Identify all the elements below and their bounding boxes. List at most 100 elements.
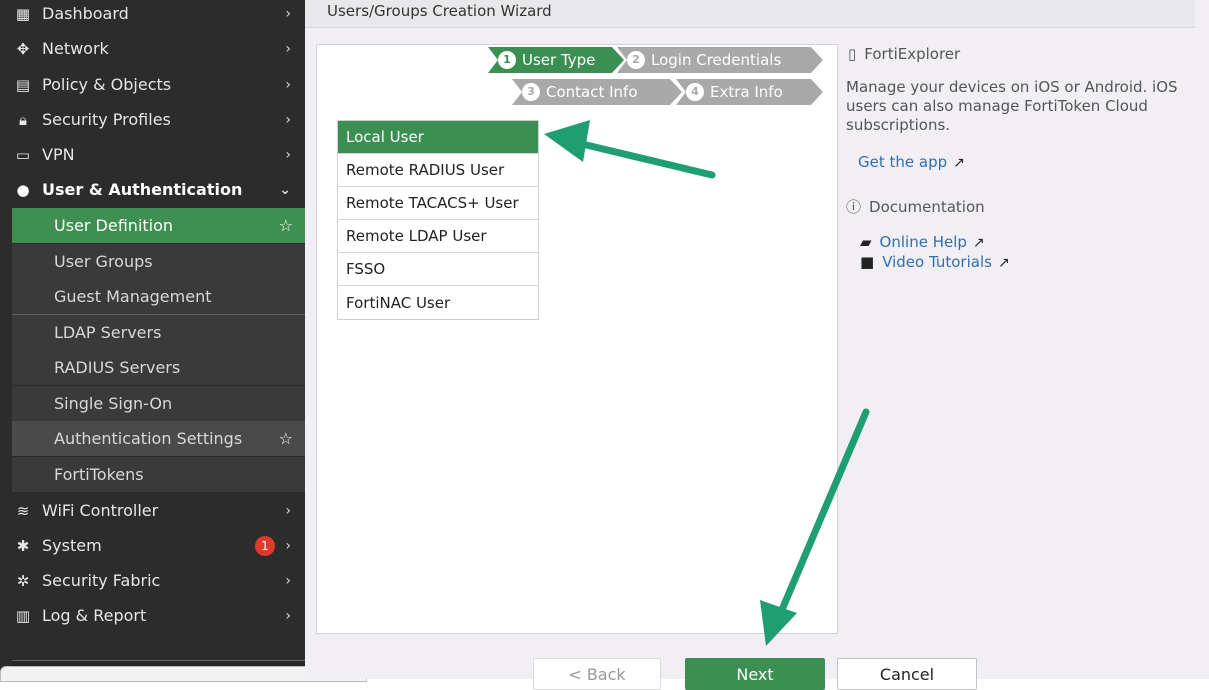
list-item[interactable]: FortiNAC User: [338, 286, 538, 319]
step-login-credentials: 2 Login Credentials: [617, 47, 823, 73]
fortiexplorer-description: Manage your devices on iOS or Android. i…: [846, 78, 1178, 134]
dashboard-icon: ▦: [15, 4, 31, 23]
back-button[interactable]: < Back: [533, 658, 661, 690]
step-user-type: 1 User Type: [488, 47, 624, 73]
notification-badge: 1: [255, 535, 275, 556]
chevron-right-icon: ›: [285, 572, 291, 589]
online-help-label: Online Help: [879, 233, 967, 251]
sidebar-sub-user-groups[interactable]: User Groups: [12, 244, 305, 279]
chevron-right-icon: ›: [285, 502, 291, 519]
user-type-list: Local User Remote RADIUS User Remote TAC…: [337, 120, 539, 320]
sidebar-item-label: Network: [42, 39, 109, 58]
sidebar-item-label: VPN: [42, 145, 75, 164]
external-link-icon: ↗: [997, 255, 1010, 271]
sidebar-item-user-authentication[interactable]: ● User & Authentication ⌄: [12, 172, 305, 207]
chevron-right-icon: ›: [285, 146, 291, 163]
sidebar-item-vpn[interactable]: ▭ VPN ›: [12, 137, 305, 172]
sidebar-sub-label: LDAP Servers: [54, 323, 162, 342]
page-title: Users/Groups Creation Wizard: [327, 2, 552, 20]
star-icon[interactable]: ☆: [279, 216, 293, 235]
step-number: 3: [522, 83, 540, 101]
sidebar: ▦ Dashboard › ✥ Network › ▤ Policy & Obj…: [0, 0, 305, 679]
step-label: User Type: [522, 51, 596, 69]
sidebar-sub-user-definition[interactable]: User Definition ☆: [12, 208, 305, 243]
sidebar-item-wifi-controller[interactable]: ≋ WiFi Controller ›: [12, 493, 305, 528]
wifi-icon: ≋: [16, 501, 30, 520]
sidebar-item-log-report[interactable]: ▥ Log & Report ›: [12, 598, 305, 633]
sidebar-sub-fortitokens[interactable]: FortiTokens: [12, 457, 305, 492]
list-item[interactable]: Local User: [338, 121, 538, 154]
network-icon: ✥: [16, 39, 30, 58]
help-circle-icon: ⓘ: [846, 198, 862, 216]
sidebar-item-security-fabric[interactable]: ✲ Security Fabric ›: [12, 563, 305, 598]
sidebar-item-dashboard[interactable]: ▦ Dashboard ›: [12, 0, 305, 31]
lock-icon: 🔒︎: [19, 110, 27, 129]
sidebar-item-network[interactable]: ✥ Network ›: [12, 31, 305, 66]
chevron-right-icon: ›: [285, 537, 291, 554]
sidebar-item-label: Dashboard: [42, 4, 129, 23]
step-number: 2: [627, 51, 645, 69]
sidebar-item-security-profiles[interactable]: 🔒︎ Security Profiles ›: [12, 102, 305, 137]
sidebar-item-label: Log & Report: [42, 606, 147, 625]
wizard-header: Users/Groups Creation Wizard: [305, 0, 1195, 28]
fortiexplorer-heading: ▯ FortiExplorer: [848, 45, 960, 63]
chevron-right-icon: ›: [285, 111, 291, 128]
step-contact-info: 3 Contact Info: [512, 79, 682, 105]
chevron-down-icon: ⌄: [279, 181, 291, 198]
step-number: 4: [686, 83, 704, 101]
sidebar-item-label: Security Fabric: [42, 571, 161, 590]
sidebar-item-policy-objects[interactable]: ▤ Policy & Objects ›: [12, 67, 305, 102]
book-icon: ▰: [860, 233, 872, 251]
video-tutorials-label: Video Tutorials: [882, 253, 992, 271]
sidebar-sub-label: RADIUS Servers: [54, 358, 181, 377]
chevron-right-icon: ›: [285, 40, 291, 57]
chevron-right-icon: ›: [285, 76, 291, 93]
user-icon: ●: [16, 180, 30, 199]
sidebar-item-label: Policy & Objects: [42, 75, 172, 94]
external-link-icon: ↗: [953, 155, 965, 171]
chevron-right-icon: ›: [285, 607, 291, 624]
fabric-icon: ✲: [16, 571, 30, 590]
sidebar-sub-single-sign-on[interactable]: Single Sign-On: [12, 386, 305, 421]
step-label: Extra Info: [710, 83, 783, 101]
list-item[interactable]: Remote RADIUS User: [338, 154, 538, 187]
sidebar-sub-label: Guest Management: [54, 287, 212, 306]
laptop-icon: ▭: [15, 145, 31, 164]
sidebar-sub-ldap-servers[interactable]: LDAP Servers: [12, 315, 305, 350]
sidebar-sub-label: User Definition: [54, 216, 174, 235]
list-item[interactable]: FSSO: [338, 253, 538, 286]
step-label: Login Credentials: [651, 51, 782, 69]
next-button[interactable]: Next: [685, 658, 825, 690]
list-item[interactable]: Remote TACACS+ User: [338, 187, 538, 220]
step-extra-info: 4 Extra Info: [676, 79, 823, 105]
sidebar-item-label: WiFi Controller: [42, 501, 159, 520]
sidebar-sub-label: Single Sign-On: [54, 394, 173, 413]
fortiexplorer-title: FortiExplorer: [864, 45, 961, 63]
step-number: 1: [498, 51, 516, 69]
mobile-icon: ▯: [848, 45, 857, 63]
video-tutorials-link[interactable]: ■ Video Tutorials ↗: [860, 253, 1010, 271]
sidebar-item-label: System: [42, 536, 102, 555]
chevron-right-icon: ›: [285, 5, 291, 22]
documentation-heading: ⓘ Documentation: [846, 196, 985, 217]
gear-icon: ✱: [16, 536, 30, 555]
documentation-title: Documentation: [869, 198, 985, 216]
cancel-button[interactable]: Cancel: [837, 658, 977, 690]
sidebar-item-label: User & Authentication: [42, 180, 243, 199]
sidebar-sub-authentication-settings[interactable]: Authentication Settings ☆: [12, 421, 305, 456]
sidebar-sub-label: FortiTokens: [54, 465, 144, 484]
sidebar-item-system[interactable]: ✱ System 1 ›: [12, 528, 305, 563]
sidebar-sub-radius-servers[interactable]: RADIUS Servers: [12, 350, 305, 385]
list-item[interactable]: Remote LDAP User: [338, 220, 538, 253]
sidebar-sub-label: User Groups: [54, 252, 153, 271]
star-icon[interactable]: ☆: [279, 429, 293, 448]
get-app-link[interactable]: Get the app ↗: [858, 153, 965, 171]
sidebar-sub-label: Authentication Settings: [54, 429, 243, 448]
sidebar-item-label: Security Profiles: [42, 110, 171, 129]
policy-icon: ▤: [15, 75, 31, 94]
chart-icon: ▥: [15, 606, 31, 625]
get-app-label: Get the app: [858, 153, 948, 171]
sidebar-sub-guest-management[interactable]: Guest Management: [12, 279, 305, 314]
step-label: Contact Info: [546, 83, 638, 101]
online-help-link[interactable]: ▰ Online Help ↗: [860, 233, 985, 251]
